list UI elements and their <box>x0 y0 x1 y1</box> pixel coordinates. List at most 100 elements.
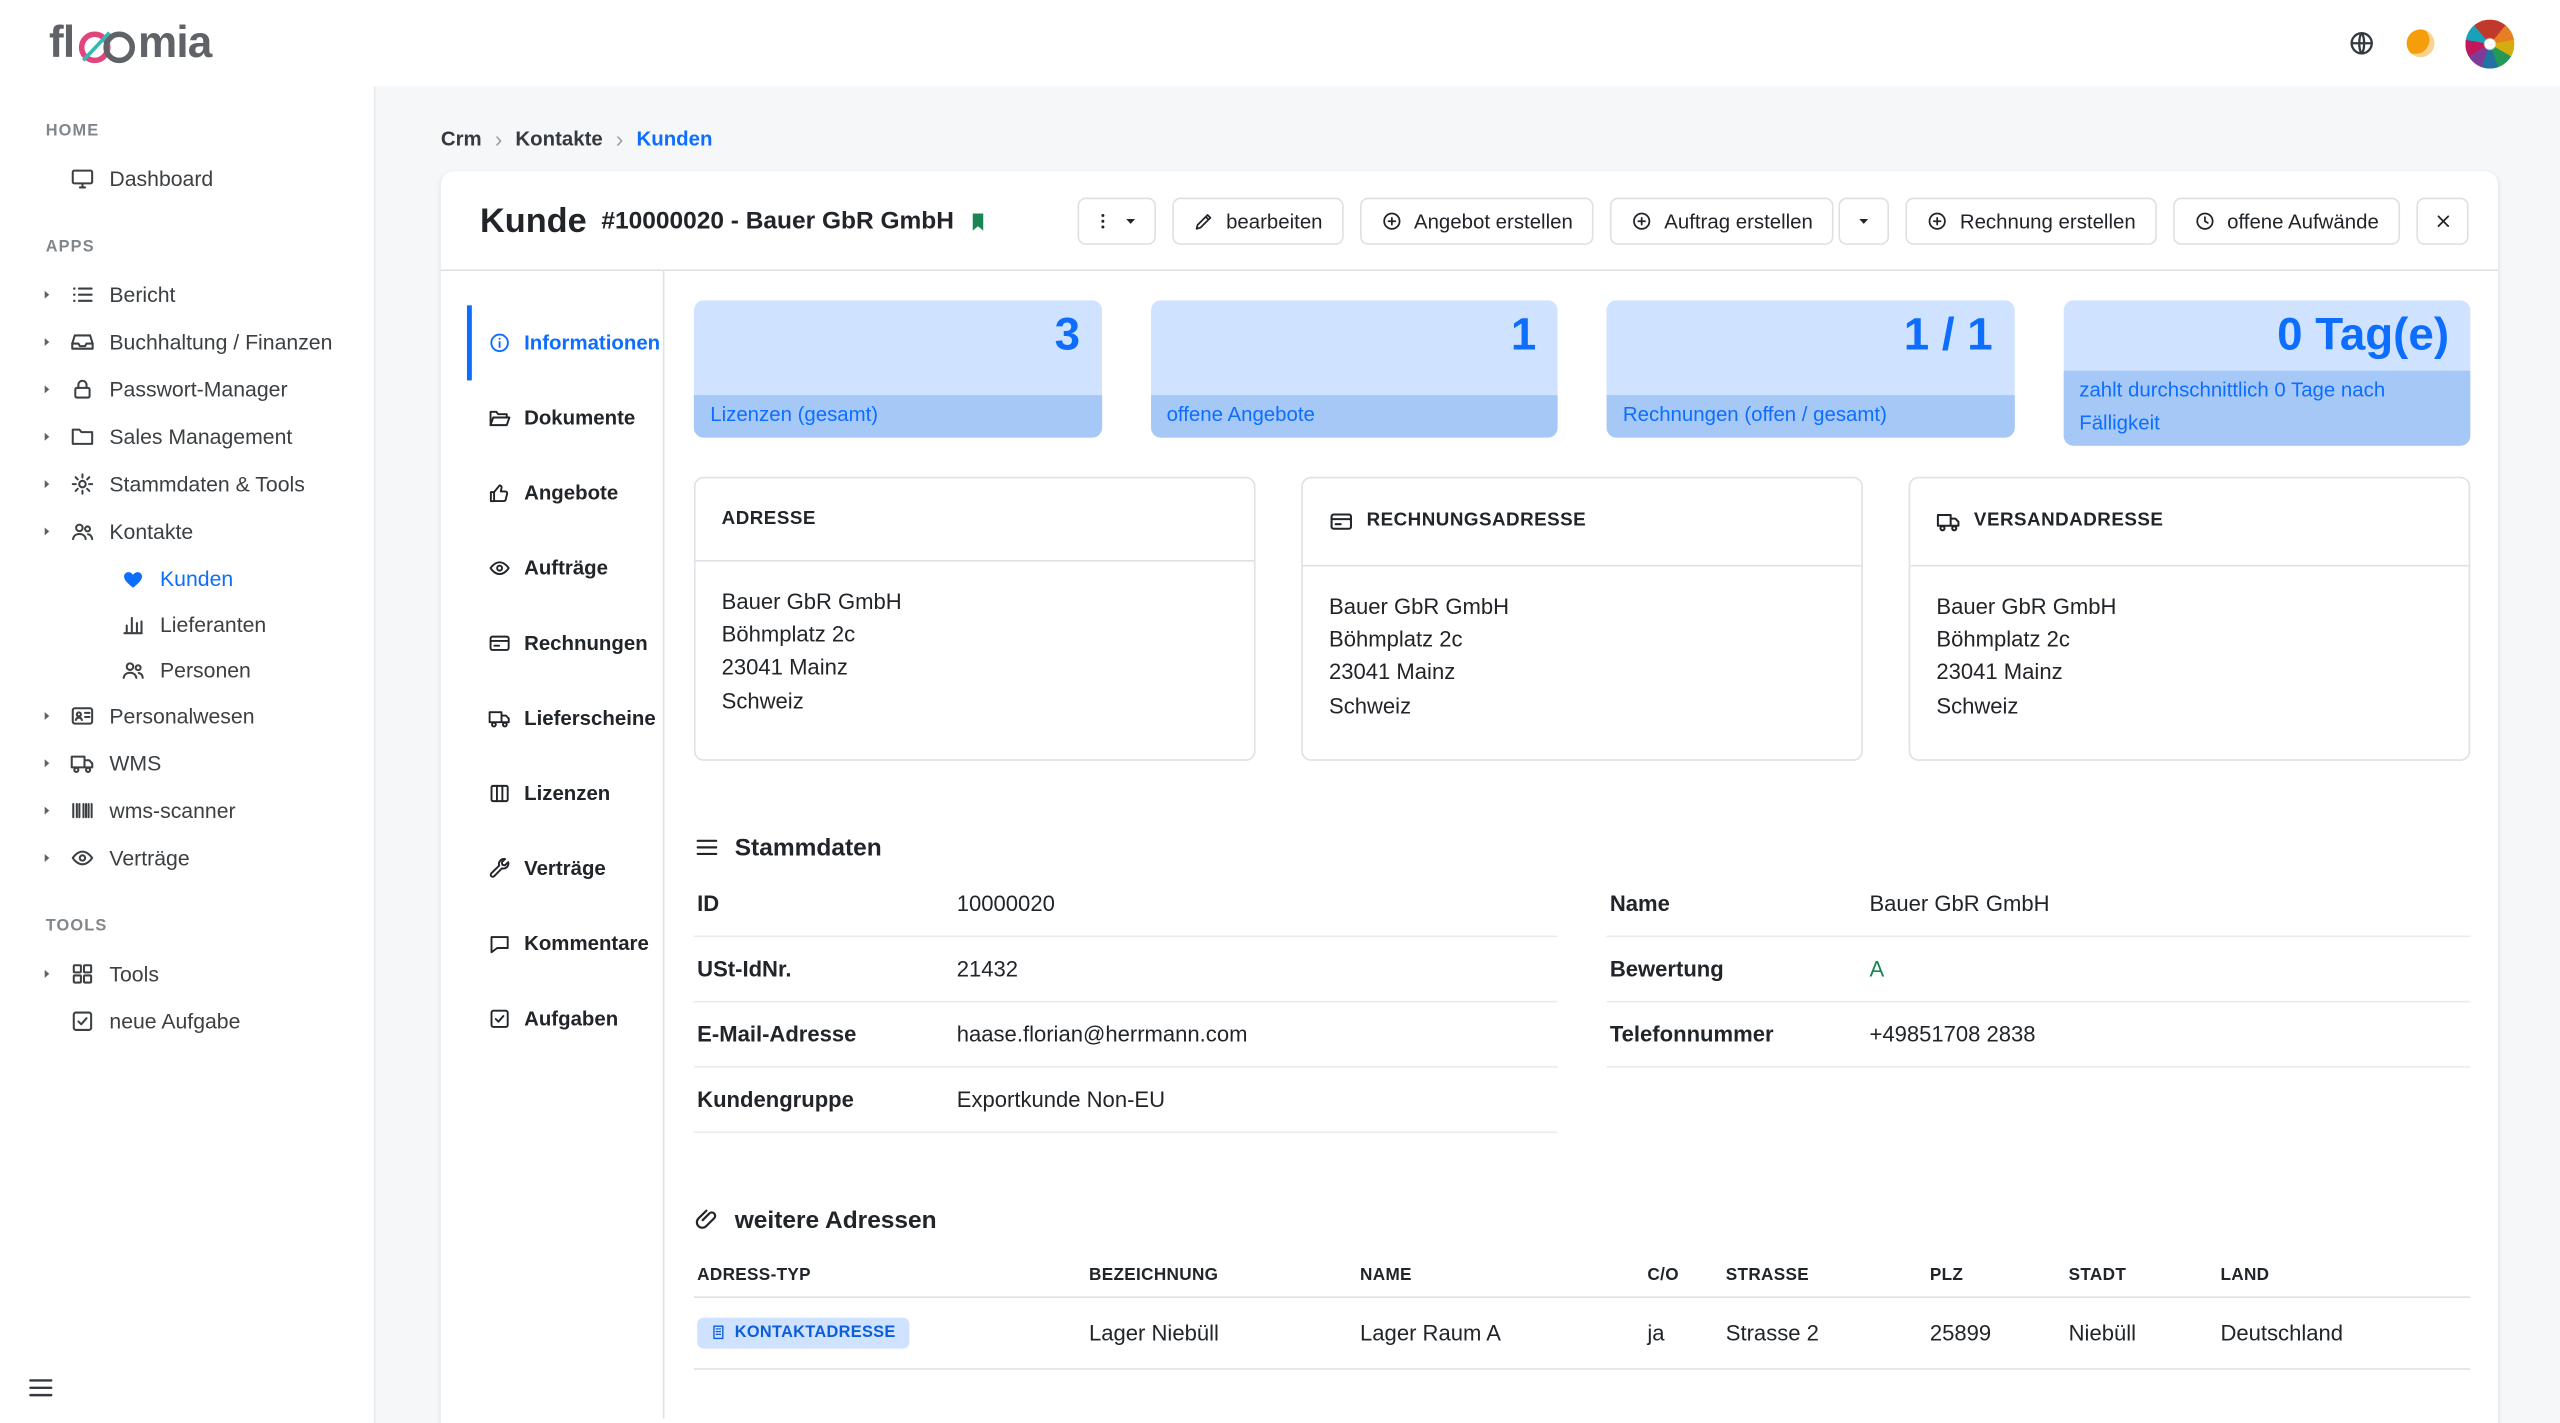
heart-icon <box>121 566 145 590</box>
address-line: Böhmplatz 2c <box>722 619 1228 652</box>
menu-icon <box>26 1373 55 1402</box>
sidebar-item-kontakte[interactable]: Kontakte <box>0 508 374 555</box>
create-invoice-button[interactable]: Rechnung erstellen <box>1906 198 2157 245</box>
field-telefonnummer: Telefonnummer +49851708 2838 <box>1607 1002 2471 1067</box>
sidebar-item-label: Personalwesen <box>109 704 254 728</box>
rating-value: A <box>1869 957 1884 981</box>
users-icon <box>121 657 145 681</box>
sidebar-item-label: Dashboard <box>109 167 213 191</box>
create-order-button[interactable]: Auftrag erstellen <box>1610 198 1834 245</box>
caret-down-icon <box>1120 211 1141 232</box>
breadcrumb-kunden[interactable]: Kunden <box>636 127 712 150</box>
globe-icon[interactable] <box>2348 29 2376 57</box>
avatar[interactable] <box>2465 19 2514 68</box>
pencil-icon <box>1193 211 1214 232</box>
stat-value: 1 <box>1150 300 1557 371</box>
tab-dokumente[interactable]: Dokumente <box>467 380 663 455</box>
sidebar-item-wms-scanner[interactable]: wms-scanner <box>0 787 374 834</box>
sidebar-item-lieferanten[interactable]: Lieferanten <box>0 601 374 647</box>
sidebar-item-sales-management[interactable]: Sales Management <box>0 413 374 460</box>
cell-land: Deutschland <box>2217 1297 2470 1369</box>
stat-label-link[interactable]: zahlt durchschnittlich 0 Tage nach Fälli… <box>2063 371 2470 446</box>
address-line: Bauer GbR GmbH <box>1936 591 2442 624</box>
cell-bezeichnung: Lager Niebüll <box>1086 1297 1357 1369</box>
sidebar-item-personen[interactable]: Personen <box>0 647 374 693</box>
stat-label-link[interactable]: Lizenzen (gesamt) <box>694 395 1101 438</box>
address-line: Bauer GbR GmbH <box>722 586 1228 619</box>
sidebar-item-vertraege[interactable]: Verträge <box>0 834 374 881</box>
sidebar-item-kunden[interactable]: Kunden <box>0 555 374 601</box>
col-co: C/O <box>1644 1251 1722 1298</box>
sidebar-item-buchhaltung-finanzen[interactable]: Buchhaltung / Finanzen <box>0 318 374 365</box>
dots-icon <box>1092 211 1113 232</box>
sidebar-item-stammdaten-tools[interactable]: Stammdaten & Tools <box>0 460 374 507</box>
finance-icon <box>70 330 94 354</box>
sidebar-item-personalwesen[interactable]: Personalwesen <box>0 692 374 739</box>
stammdaten-left-column: ID 10000020 USt-IdNr. 21432 E-Mail-Adres… <box>694 872 1558 1133</box>
breadcrumb-crm[interactable]: Crm <box>441 127 482 150</box>
sidebar-item-wms[interactable]: WMS <box>0 740 374 787</box>
breadcrumb-kontakte[interactable]: Kontakte <box>515 127 602 150</box>
address-cards: ADRESSE Bauer GbR GmbH Böhmplatz 2c 2304… <box>694 477 2470 761</box>
app-logo[interactable]: fl mia <box>49 18 212 69</box>
sidebar-section-tools: TOOLS Tools neue Aufgabe <box>0 882 374 1045</box>
report-icon <box>70 282 94 306</box>
comment-icon <box>488 932 511 955</box>
tab-content-informationen: 3 Lizenzen (gesamt) 1 offene Angebote 1 … <box>665 271 2499 1419</box>
tab-auftraege[interactable]: Aufträge <box>467 531 663 606</box>
tab-angebote[interactable]: Angebote <box>467 456 663 531</box>
sidebar-item-bericht[interactable]: Bericht <box>0 271 374 318</box>
sidebar-item-label: Buchhaltung / Finanzen <box>109 330 332 354</box>
stat-label-link[interactable]: offene Angebote <box>1150 395 1557 438</box>
wrench-icon <box>488 857 511 880</box>
tab-informationen[interactable]: Informationen <box>467 305 663 380</box>
sidebar-section-title: TOOLS <box>0 918 374 951</box>
close-button[interactable] <box>2416 198 2468 245</box>
sidebar-item-dashboard[interactable]: Dashboard <box>0 155 374 202</box>
chevron-right-icon <box>39 524 55 539</box>
customer-card: Kunde #10000020 - Bauer GbR GmbH bearbei… <box>441 171 2498 1423</box>
tab-rechnungen[interactable]: Rechnungen <box>467 606 663 681</box>
sidebar-collapse-button[interactable] <box>26 1373 55 1402</box>
chevron-right-icon <box>39 967 55 982</box>
cell-plz: 25899 <box>1927 1297 2066 1369</box>
edit-button[interactable]: bearbeiten <box>1172 198 1344 245</box>
address-line: Bauer GbR GmbH <box>1329 591 1835 624</box>
address-type-badge[interactable]: KONTAKTADRESSE <box>697 1317 909 1348</box>
chevron-right-icon <box>39 803 55 818</box>
cell-strasse: Strasse 2 <box>1722 1297 1926 1369</box>
breadcrumb-separator: › <box>495 127 503 150</box>
tab-aufgaben[interactable]: Aufgaben <box>467 981 663 1056</box>
theme-icon[interactable] <box>2407 29 2435 57</box>
sidebar-item-label: Passwort-Manager <box>109 377 287 401</box>
sidebar-item-neue-aufgabe[interactable]: neue Aufgabe <box>0 998 374 1045</box>
create-offer-button[interactable]: Angebot erstellen <box>1360 198 1594 245</box>
chevron-right-icon <box>39 335 55 350</box>
tab-lieferscheine[interactable]: Lieferscheine <box>467 681 663 756</box>
building-icon <box>710 1325 726 1341</box>
link-icon <box>694 1207 720 1233</box>
chevron-right-icon <box>39 287 55 302</box>
stat-value: 0 Tag(e) <box>2063 300 2470 371</box>
open-expenses-button[interactable]: offene Aufwände <box>2173 198 2400 245</box>
address-card-title: VERSANDADRESSE <box>1910 478 2468 566</box>
sidebar-item-label: Tools <box>109 962 159 986</box>
sidebar-item-tools[interactable]: Tools <box>0 950 374 997</box>
sidebar-item-passwort-manager[interactable]: Passwort-Manager <box>0 366 374 413</box>
address-card-body: Bauer GbR GmbH Böhmplatz 2c 23041 Mainz … <box>1910 566 2468 759</box>
address-line: 23041 Mainz <box>722 652 1228 685</box>
plus-circle-icon <box>1927 211 1948 232</box>
col-stadt: STADT <box>2065 1251 2217 1298</box>
truck-icon <box>1936 509 1960 533</box>
tab-vertraege[interactable]: Verträge <box>467 831 663 906</box>
create-order-dropdown-button[interactable] <box>1839 198 1890 245</box>
bookmark-icon[interactable] <box>967 210 990 233</box>
address-line: Schweiz <box>1936 690 2442 723</box>
tab-lizenzen[interactable]: Lizenzen <box>467 756 663 831</box>
more-actions-button[interactable] <box>1078 198 1156 245</box>
topbar: fl mia <box>0 0 2560 87</box>
truck-icon <box>70 751 94 775</box>
detail-tabs: Informationen Dokumente Angebote Aufträg… <box>467 271 665 1419</box>
stat-label-link[interactable]: Rechnungen (offen / gesamt) <box>1607 395 2014 438</box>
tab-kommentare[interactable]: Kommentare <box>467 906 663 981</box>
